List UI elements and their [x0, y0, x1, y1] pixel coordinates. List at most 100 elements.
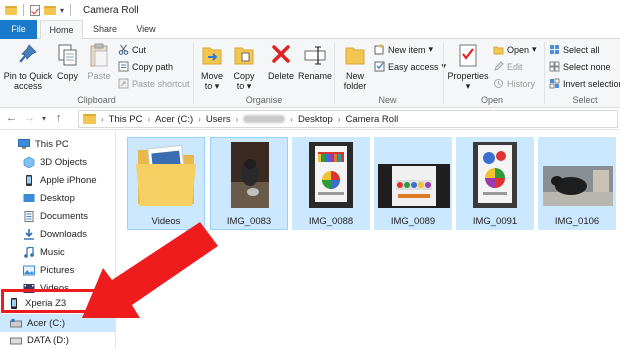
- chevron-right-icon[interactable]: ›: [290, 115, 293, 124]
- sidebar-item-apple-iphone[interactable]: Apple iPhone: [0, 171, 115, 189]
- open-icon: [493, 44, 504, 55]
- customize-toolbar-icon[interactable]: ▾: [60, 6, 64, 15]
- select-group-label: Select: [572, 95, 598, 105]
- invert-selection-button[interactable]: Invert selection: [549, 78, 620, 89]
- breadcrumb-desktop[interactable]: Desktop: [298, 114, 333, 125]
- breadcrumb-users[interactable]: Users: [206, 114, 231, 125]
- copy-button[interactable]: Copy: [55, 42, 80, 81]
- desktop-icon: [23, 193, 35, 204]
- properties-quick-icon[interactable]: [30, 4, 40, 16]
- pin-to-quick-access-button[interactable]: Pin to Quick access: [2, 42, 54, 91]
- chevron-right-icon[interactable]: ›: [236, 115, 239, 124]
- sidebar-item-acer-c[interactable]: Acer (C:): [0, 314, 115, 332]
- scissors-icon: [118, 44, 129, 55]
- clipboard-icon: [87, 42, 111, 68]
- select-all-icon: [549, 44, 560, 55]
- sidebar-item-desktop[interactable]: Desktop: [0, 189, 115, 207]
- open-group-label: Open: [480, 95, 504, 105]
- tab-file[interactable]: File: [0, 20, 37, 39]
- breadcrumb-this-pc[interactable]: This PC: [109, 114, 143, 125]
- chevron-right-icon[interactable]: ›: [198, 115, 201, 124]
- copy-to-button[interactable]: Copy to ▾: [230, 42, 258, 91]
- navigation-pane: This PC 3D Objects Apple iPhone Desktop …: [0, 131, 116, 349]
- image-thumbnail: [309, 142, 353, 208]
- open-label: Open: [507, 44, 530, 55]
- music-icon: [23, 245, 35, 258]
- tab-home[interactable]: Home: [40, 20, 83, 40]
- sidebar-item-this-pc[interactable]: This PC: [0, 135, 115, 153]
- chevron-right-icon[interactable]: ›: [101, 115, 104, 124]
- new-folder-button[interactable]: New folder: [339, 42, 371, 91]
- sidebar-item-music[interactable]: Music: [0, 243, 115, 261]
- pin-icon: [16, 42, 40, 68]
- easy-access-icon: [374, 61, 385, 72]
- sidebar-item-3d-objects[interactable]: 3D Objects: [0, 153, 115, 171]
- folder-videos[interactable]: Videos: [127, 137, 205, 230]
- open-button[interactable]: Open ▾: [493, 44, 537, 55]
- file-img-0106[interactable]: IMG_0106: [538, 137, 616, 230]
- paste-shortcut-button[interactable]: Paste shortcut: [118, 78, 190, 89]
- file-name: IMG_0088: [308, 216, 354, 227]
- downloads-icon: [23, 228, 35, 240]
- pictures-icon: [23, 265, 35, 276]
- rename-button[interactable]: Rename: [297, 42, 333, 81]
- breadcrumb-acer-c[interactable]: Acer (C:): [155, 114, 193, 125]
- edit-button[interactable]: Edit: [493, 61, 523, 72]
- sidebar-item-data-d[interactable]: DATA (D:): [0, 331, 115, 349]
- properties-button[interactable]: Properties ▾: [447, 42, 489, 91]
- history-icon: [493, 78, 504, 89]
- sidebar-item-documents[interactable]: Documents: [0, 207, 115, 225]
- folder-icon: [83, 114, 96, 124]
- tab-share[interactable]: Share: [88, 20, 122, 39]
- file-img-0091[interactable]: IMG_0091: [456, 137, 534, 230]
- invert-selection-icon: [549, 78, 560, 89]
- select-all-label: Select all: [563, 44, 600, 55]
- rename-label: Rename: [297, 71, 333, 81]
- easy-access-button[interactable]: Easy access ▾: [374, 61, 446, 72]
- blurred-username[interactable]: [243, 115, 286, 123]
- folder-icon: [5, 5, 17, 15]
- copy-path-button[interactable]: Copy path: [118, 61, 173, 72]
- delete-button[interactable]: Delete: [265, 42, 297, 81]
- move-to-label: Move to: [200, 71, 223, 91]
- select-none-icon: [549, 61, 560, 72]
- pin-label: Pin to Quick access: [3, 71, 53, 91]
- easy-access-label: Easy access: [388, 61, 439, 72]
- invert-selection-label: Invert selection: [563, 78, 620, 89]
- move-to-button[interactable]: Move to ▾: [198, 42, 226, 91]
- history-button[interactable]: History: [493, 78, 535, 89]
- edit-label: Edit: [507, 61, 523, 72]
- sidebar-item-pictures[interactable]: Pictures: [0, 261, 115, 279]
- up-arrow-icon[interactable]: ↑: [56, 112, 62, 124]
- breadcrumb-camera-roll[interactable]: Camera Roll: [346, 114, 399, 125]
- file-img-0088[interactable]: IMG_0088: [292, 137, 370, 230]
- select-all-button[interactable]: Select all: [549, 44, 600, 55]
- chevron-right-icon[interactable]: ›: [338, 115, 341, 124]
- breadcrumb[interactable]: › This PC › Acer (C:) › Users › › Deskto…: [78, 110, 618, 128]
- organise-group-label: Organise: [245, 95, 283, 105]
- tab-view[interactable]: View: [130, 20, 162, 39]
- chevron-right-icon[interactable]: ›: [147, 115, 150, 124]
- select-none-button[interactable]: Select none: [549, 61, 611, 72]
- ribbon-tabs: File Home Share View: [0, 20, 620, 40]
- file-img-0083[interactable]: IMG_0083: [210, 137, 288, 230]
- new-folder-quick-icon[interactable]: [44, 5, 56, 15]
- forward-arrow-icon[interactable]: →: [24, 112, 35, 124]
- sidebar-item-downloads[interactable]: Downloads: [0, 225, 115, 243]
- separator: [70, 4, 72, 16]
- back-arrow-icon[interactable]: ←: [6, 112, 17, 124]
- move-to-icon: [200, 42, 224, 68]
- paste-button[interactable]: Paste: [84, 42, 114, 81]
- dropdown-icon: ▾: [532, 44, 537, 54]
- monitor-icon: [18, 138, 30, 150]
- dropdown-icon: ▾: [465, 81, 471, 91]
- drive-icon: [10, 335, 22, 346]
- new-item-button[interactable]: New item ▾: [374, 44, 433, 55]
- recent-locations-icon[interactable]: ▾: [42, 114, 46, 123]
- file-name: IMG_0106: [554, 216, 600, 227]
- drive-icon: [10, 318, 22, 329]
- cut-button[interactable]: Cut: [118, 44, 146, 55]
- new-item-label: New item: [388, 44, 426, 55]
- copy-path-icon: [118, 61, 129, 72]
- file-img-0089[interactable]: IMG_0089: [374, 137, 452, 230]
